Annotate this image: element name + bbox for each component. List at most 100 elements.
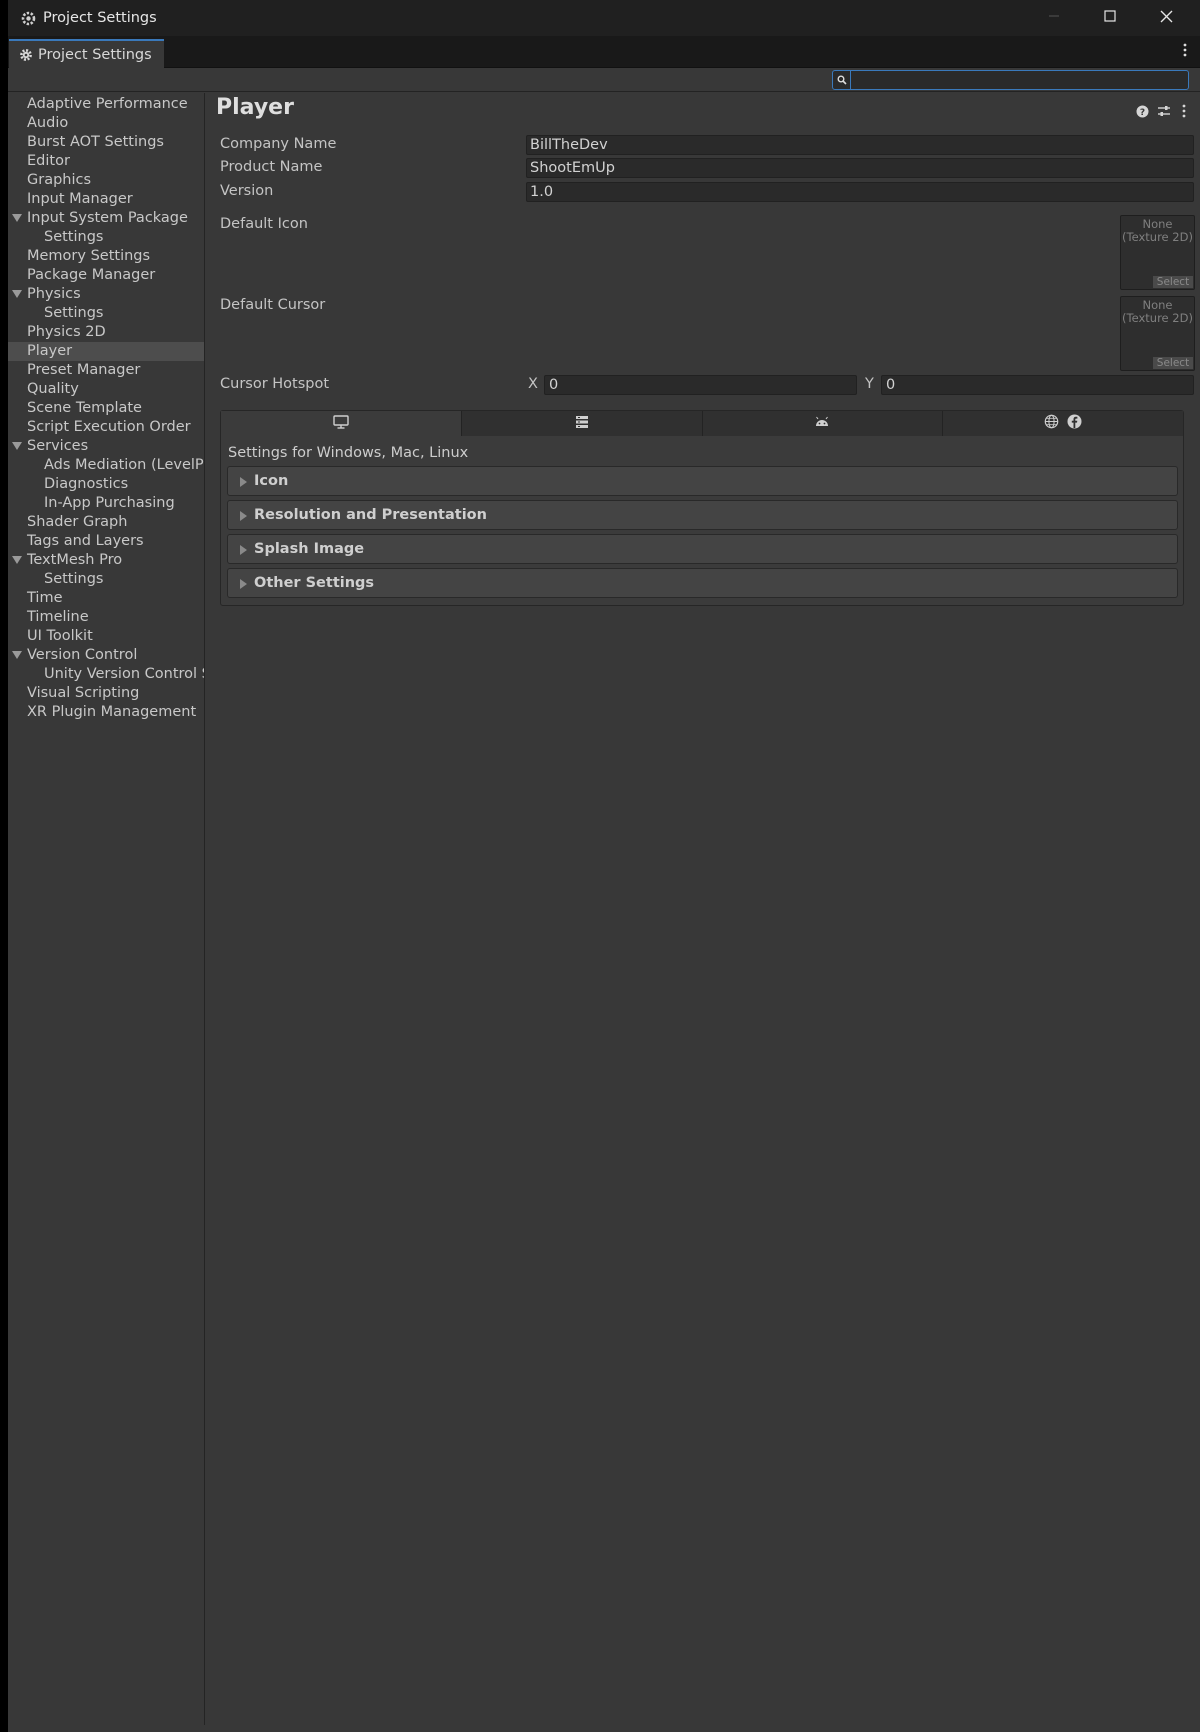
sidebar-item-label: Preset Manager	[27, 362, 141, 378]
close-button[interactable]	[1138, 0, 1194, 36]
kebab-menu-icon	[1183, 43, 1187, 61]
sidebar-item-quality[interactable]: Quality	[8, 380, 204, 399]
sidebar-item-ads-mediation-levelplay[interactable]: Ads Mediation (LevelPlay)	[8, 456, 204, 475]
page-title: Player	[216, 95, 294, 120]
sidebar-item-input-manager[interactable]: Input Manager	[8, 190, 204, 209]
foldout-other-section[interactable]: Other Settings	[227, 568, 1178, 598]
player-settings-panel: Player ? Company Name BillTheDev Product…	[206, 93, 1200, 1725]
tab-platform-web[interactable]	[943, 411, 1183, 436]
title-bar: Project Settings	[8, 0, 1200, 36]
sidebar-item-scene-template[interactable]: Scene Template	[8, 399, 204, 418]
company-name-field[interactable]: BillTheDev	[526, 135, 1194, 155]
sidebar-item-version-control[interactable]: Version Control	[8, 646, 204, 665]
expand-arrow-icon[interactable]	[12, 290, 22, 298]
sidebar-item-player[interactable]: Player	[8, 342, 204, 361]
hotspot-x-label: X	[528, 376, 538, 392]
hotspot-x-field[interactable]: 0	[544, 375, 857, 395]
foldout-icon-section[interactable]: Icon	[227, 466, 1178, 496]
texture-none-text: None (Texture 2D)	[1121, 299, 1194, 325]
sidebar-item-physics[interactable]: Physics	[8, 285, 204, 304]
sidebar-item-settings[interactable]: Settings	[8, 570, 204, 589]
sidebar-item-textmesh-pro[interactable]: TextMesh Pro	[8, 551, 204, 570]
sidebar-item-label: Memory Settings	[27, 248, 151, 264]
window-title: Project Settings	[43, 10, 157, 26]
help-icon[interactable]: ?	[1134, 103, 1150, 119]
android-icon	[814, 416, 830, 432]
sidebar-item-graphics[interactable]: Graphics	[8, 171, 204, 190]
sidebar-item-label: Player	[27, 343, 73, 359]
sidebar-item-label: Audio	[27, 115, 69, 131]
minimize-button[interactable]	[1026, 0, 1082, 36]
tab-platform-android[interactable]	[702, 411, 944, 436]
tab-platform-server[interactable]	[461, 411, 703, 436]
sidebar-item-adaptive-performance[interactable]: Adaptive Performance	[8, 95, 204, 114]
foldout-label: Resolution and Presentation	[254, 507, 487, 523]
tab-menu-button[interactable]	[1178, 42, 1192, 62]
sidebar-item-editor[interactable]: Editor	[8, 152, 204, 171]
sidebar-item-label: Package Manager	[27, 267, 156, 283]
version-label: Version	[220, 183, 274, 199]
sidebar-item-label: Physics 2D	[27, 324, 106, 340]
company-name-label: Company Name	[220, 136, 337, 152]
more-options-icon[interactable]	[1176, 103, 1192, 119]
default-icon-field[interactable]: None (Texture 2D) Select	[1120, 215, 1195, 290]
sidebar-item-settings[interactable]: Settings	[8, 228, 204, 247]
sidebar-item-visual-scripting[interactable]: Visual Scripting	[8, 684, 204, 703]
search-input[interactable]	[851, 71, 1188, 89]
sidebar-item-settings[interactable]: Settings	[8, 304, 204, 323]
sidebar-item-xr-plugin-management[interactable]: XR Plugin Management	[8, 703, 204, 722]
default-cursor-field[interactable]: None (Texture 2D) Select	[1120, 296, 1195, 371]
hotspot-y-label: Y	[865, 376, 874, 392]
platform-tabs	[221, 411, 1183, 436]
product-name-label: Product Name	[220, 159, 323, 175]
sidebar-item-label: Unity Version Control Settings	[44, 666, 204, 682]
sidebar-item-audio[interactable]: Audio	[8, 114, 204, 133]
gear-icon	[19, 48, 33, 62]
hotspot-y-field[interactable]: 0	[881, 375, 1194, 395]
tab-platform-standalone[interactable]	[221, 411, 462, 436]
expand-arrow-icon[interactable]	[12, 214, 22, 222]
product-name-field[interactable]: ShootEmUp	[526, 158, 1194, 178]
sidebar-item-tags-and-layers[interactable]: Tags and Layers	[8, 532, 204, 551]
sidebar-item-memory-settings[interactable]: Memory Settings	[8, 247, 204, 266]
texture-type-text: (Texture 2D)	[1122, 311, 1193, 325]
sidebar-item-label: Input System Package	[27, 210, 188, 226]
sidebar-item-physics-2d[interactable]: Physics 2D	[8, 323, 204, 342]
sidebar-item-label: Settings	[44, 571, 104, 587]
sidebar-item-script-execution-order[interactable]: Script Execution Order	[8, 418, 204, 437]
sidebar-item-label: Time	[27, 590, 63, 606]
sidebar-item-label: Timeline	[27, 609, 89, 625]
search-box[interactable]	[832, 70, 1189, 90]
sidebar-item-label: Diagnostics	[44, 476, 129, 492]
sidebar-item-label: Version Control	[27, 647, 138, 663]
expand-arrow-icon[interactable]	[12, 442, 22, 450]
tab-bar: Project Settings	[8, 36, 1200, 68]
sidebar-item-diagnostics[interactable]: Diagnostics	[8, 475, 204, 494]
sidebar-item-label: Ads Mediation (LevelPlay)	[44, 457, 204, 473]
expand-arrow-icon[interactable]	[12, 556, 22, 564]
sidebar-item-in-app-purchasing[interactable]: In-App Purchasing	[8, 494, 204, 513]
sidebar-item-time[interactable]: Time	[8, 589, 204, 608]
presets-icon[interactable]	[1156, 103, 1172, 119]
default-cursor-select-button[interactable]: Select	[1153, 357, 1193, 369]
version-field[interactable]: 1.0	[526, 182, 1194, 202]
sidebar-item-timeline[interactable]: Timeline	[8, 608, 204, 627]
sidebar-item-input-system-package[interactable]: Input System Package	[8, 209, 204, 228]
sidebar-item-package-manager[interactable]: Package Manager	[8, 266, 204, 285]
default-icon-select-button[interactable]: Select	[1153, 276, 1193, 288]
expand-arrow-icon[interactable]	[12, 651, 22, 659]
sidebar-item-unity-version-control-settings[interactable]: Unity Version Control Settings	[8, 665, 204, 684]
sidebar-item-label: Services	[27, 438, 89, 454]
tab-project-settings[interactable]: Project Settings	[9, 39, 164, 68]
sidebar-item-preset-manager[interactable]: Preset Manager	[8, 361, 204, 380]
foldout-resolution-section[interactable]: Resolution and Presentation	[227, 500, 1178, 530]
sidebar-item-shader-graph[interactable]: Shader Graph	[8, 513, 204, 532]
none-text: None	[1142, 217, 1173, 231]
foldout-splash-section[interactable]: Splash Image	[227, 534, 1178, 564]
sidebar-item-ui-toolkit[interactable]: UI Toolkit	[8, 627, 204, 646]
sidebar-item-services[interactable]: Services	[8, 437, 204, 456]
sidebar-item-burst-aot-settings[interactable]: Burst AOT Settings	[8, 133, 204, 152]
search-row	[8, 68, 1200, 92]
foldout-label: Icon	[254, 473, 289, 489]
maximize-button[interactable]	[1082, 0, 1138, 36]
